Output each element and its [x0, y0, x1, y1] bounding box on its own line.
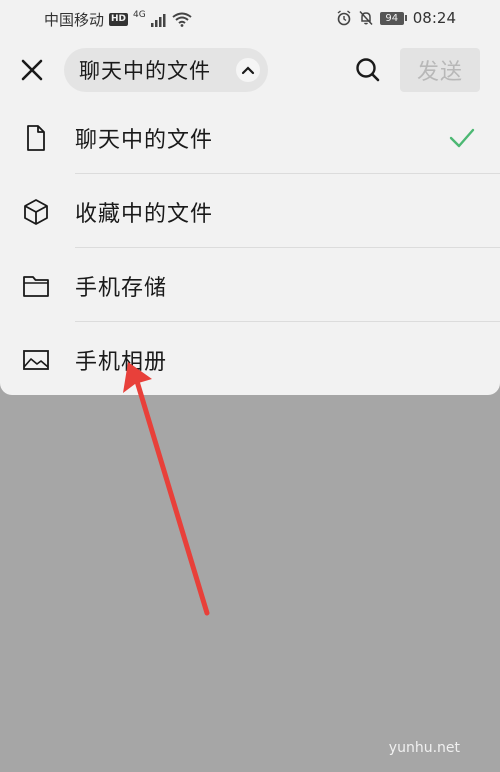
- menu-item-label: 手机相册: [75, 350, 168, 375]
- status-bar: 中国移动 HD 4G 94 08:24: [0, 0, 500, 36]
- mute-bell-icon: [359, 10, 373, 26]
- folder-icon: [23, 276, 49, 297]
- menu-item-phone-storage[interactable]: 手机存储: [0, 248, 500, 322]
- menu-item-phone-album[interactable]: 手机相册: [0, 322, 500, 396]
- carrier-label: 中国移动: [44, 11, 105, 29]
- search-icon: [356, 58, 380, 82]
- source-selector[interactable]: 聊天中的文件: [64, 48, 268, 92]
- status-right: 94 08:24: [336, 9, 456, 27]
- menu-item-favorite-files[interactable]: 收藏中的文件: [0, 174, 500, 248]
- alarm-icon: [337, 10, 351, 26]
- status-left: 中国移动 HD 4G: [44, 9, 192, 30]
- close-icon: [21, 59, 43, 81]
- network-type: 4G: [133, 9, 146, 20]
- send-button[interactable]: 发送: [400, 48, 480, 92]
- source-menu: 聊天中的文件 收藏中的文件 手机存储 手机相册: [0, 100, 500, 396]
- wifi-icon: [172, 12, 192, 27]
- search-button[interactable]: [352, 54, 384, 86]
- menu-item-chat-files[interactable]: 聊天中的文件: [0, 100, 500, 174]
- menu-item-label: 手机存储: [75, 276, 168, 301]
- arrow-shaft: [133, 375, 210, 616]
- battery-tip: [404, 15, 407, 21]
- menu-item-label: 收藏中的文件: [75, 202, 214, 227]
- menu-item-label: 聊天中的文件: [75, 128, 214, 153]
- top-bar: 聊天中的文件 发送: [0, 42, 500, 98]
- file-source-sheet: 中国移动 HD 4G 94 08:24 聊天中的文件 发送 聊天中的文件 收藏中…: [0, 0, 500, 395]
- source-selector-label: 聊天中的文件: [79, 59, 211, 83]
- clock: 08:24: [412, 9, 456, 27]
- battery-indicator: 94: [379, 11, 407, 25]
- close-button[interactable]: [16, 54, 48, 86]
- watermark: yunhu.net: [388, 740, 460, 756]
- battery-level: 94: [379, 11, 404, 25]
- hd-badge: HD: [109, 13, 129, 26]
- chevron-up-icon: [236, 58, 260, 82]
- cube-icon: [24, 199, 48, 225]
- signal-icon: [150, 13, 166, 27]
- file-icon: [27, 125, 45, 151]
- image-icon: [23, 350, 49, 370]
- check-icon: [449, 128, 475, 148]
